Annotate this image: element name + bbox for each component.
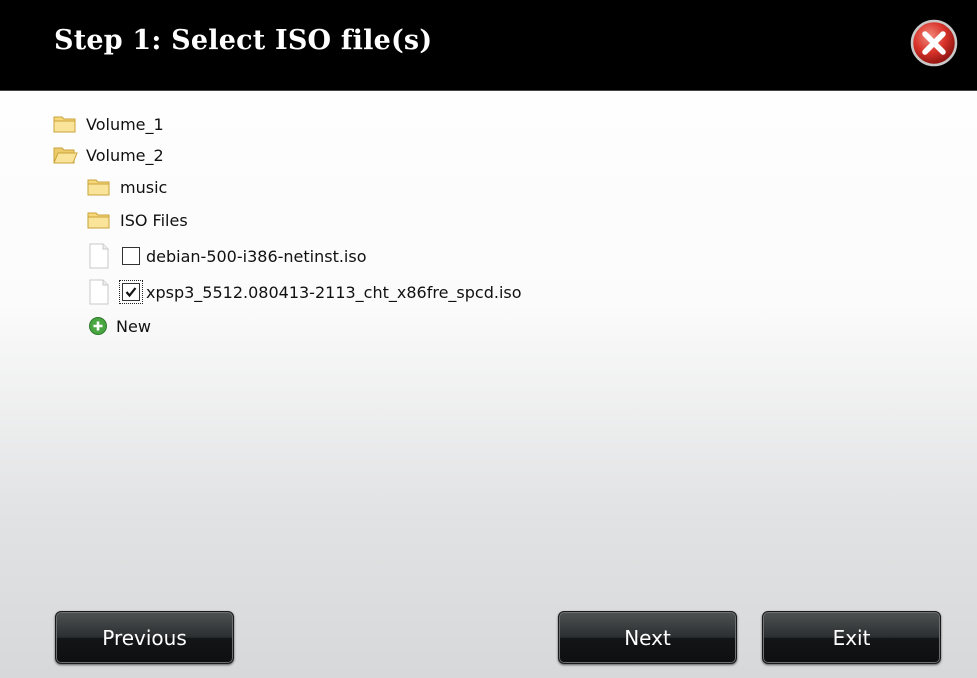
file-tree: Volume_1 Volume_2 music ISO Files debian… — [0, 0, 977, 600]
folder-icon — [87, 179, 110, 196]
tree-node-volume-2[interactable]: Volume_2 — [52, 142, 164, 168]
checkmark-icon — [125, 287, 137, 298]
exit-button[interactable]: Exit — [762, 611, 941, 664]
folder-icon — [53, 116, 76, 133]
tree-node-label: ISO Files — [120, 210, 188, 230]
tree-file-row[interactable]: debian-500-i386-netinst.iso — [86, 240, 367, 272]
next-button[interactable]: Next — [558, 611, 737, 664]
file-name: xpsp3_5512.080413-2113_cht_x86fre_spcd.i… — [146, 282, 522, 302]
add-icon — [89, 317, 107, 335]
tree-node-music[interactable]: music — [86, 174, 167, 200]
tree-file-row[interactable]: xpsp3_5512.080413-2113_cht_x86fre_spcd.i… — [86, 276, 522, 308]
tree-node-iso-files[interactable]: ISO Files — [86, 207, 188, 233]
new-label: New — [116, 316, 151, 336]
tree-node-label: Volume_2 — [86, 145, 164, 165]
file-icon — [89, 279, 109, 305]
tree-new-button[interactable]: New — [86, 313, 151, 339]
folder-open-icon — [53, 147, 78, 164]
folder-icon — [87, 212, 110, 229]
file-name: debian-500-i386-netinst.iso — [146, 246, 367, 266]
tree-node-volume-1[interactable]: Volume_1 — [52, 111, 164, 137]
file-checkbox[interactable] — [119, 280, 143, 304]
file-icon — [89, 243, 109, 269]
select-iso-dialog: Step 1: Select ISO file(s) Volume_1 Volu… — [0, 0, 977, 678]
tree-node-label: music — [120, 177, 168, 197]
file-checkbox[interactable] — [122, 247, 140, 265]
tree-node-label: Volume_1 — [86, 114, 164, 134]
previous-button[interactable]: Previous — [55, 611, 234, 664]
